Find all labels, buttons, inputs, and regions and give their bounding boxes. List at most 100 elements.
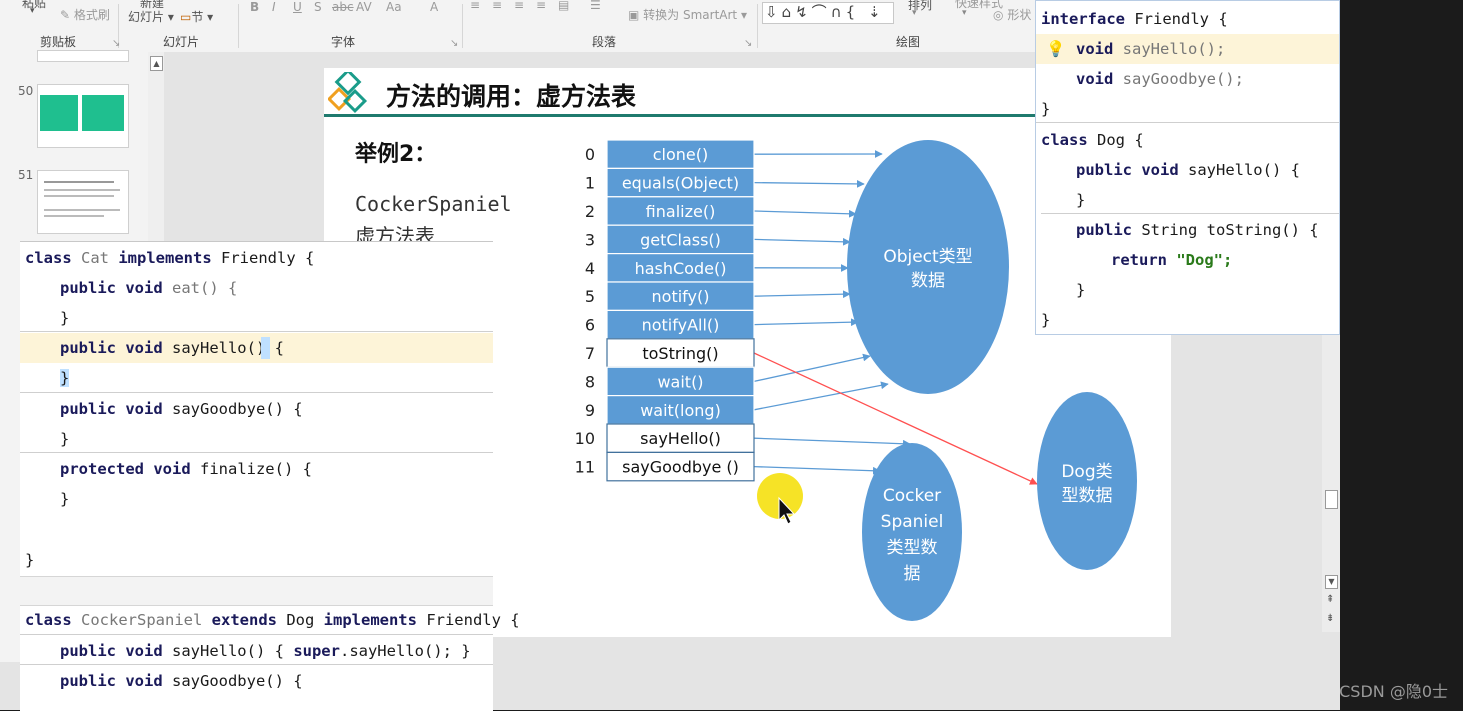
next-slide-icon[interactable]: ⇟: [1326, 613, 1334, 624]
vtable-cell: equals(Object)1: [585, 168, 754, 196]
vtable-arrow: [754, 438, 910, 444]
code-line: }: [1036, 305, 1339, 335]
vtable-method-label: sayHello(): [640, 429, 721, 448]
vtable-arrow: [754, 356, 870, 381]
ellipse-label: 型数据: [1062, 486, 1113, 506]
font-color-button[interactable]: A: [430, 0, 438, 14]
vtable-cell: wait(long)9: [585, 396, 754, 424]
align-right-icon[interactable]: ≡: [514, 0, 524, 12]
format-painter-button[interactable]: ✎ 格式刷: [60, 6, 110, 23]
vtable-arrow: [754, 467, 880, 471]
ellipse-label: 据: [904, 564, 921, 584]
brush-icon: ✎: [60, 8, 70, 22]
scroll-up-icon[interactable]: ▲: [150, 56, 163, 71]
quick-styles-dropdown-icon[interactable]: ▾: [962, 8, 967, 18]
vtable-method-label: sayGoodbye (): [622, 458, 739, 477]
ellipse-label: 类型数: [887, 538, 938, 558]
align-center-icon[interactable]: ≡: [492, 0, 502, 12]
code-line: }: [1036, 94, 1339, 124]
vtable-index-label: 10: [575, 429, 595, 448]
convert-smartart-button[interactable]: ▣ 转换为 SmartArt ▾: [628, 6, 747, 23]
code-line-active: public void sayHello() {: [20, 333, 493, 363]
slide-number: 51: [18, 168, 33, 182]
code-line: public void sayHello() { super.sayHello(…: [20, 636, 493, 666]
code-popup-friendly-dog: interface Friendly { 💡void sayHello(); v…: [1035, 0, 1340, 335]
code-line: }: [20, 303, 493, 333]
char-spacing-button[interactable]: AV: [356, 0, 372, 14]
columns-icon[interactable]: ▤: [558, 0, 569, 12]
slide-scrollbar[interactable]: ▼ ⇞ ⇟: [1322, 330, 1340, 632]
slides-group-label: 幻灯片: [163, 33, 199, 50]
vtable-cell: sayHello() 10: [575, 424, 754, 452]
section-icon: ▭: [180, 10, 191, 24]
paste-dropdown-icon[interactable]: ▾: [30, 6, 35, 16]
underline-button[interactable]: U: [293, 0, 302, 14]
vtable-arrow: [754, 294, 850, 296]
font-dialog-launcher-icon[interactable]: ↘: [450, 38, 458, 49]
code-line: class Dog {: [1036, 125, 1339, 155]
code-line: class Cat implements Friendly {: [20, 243, 493, 273]
vtable-method-label: wait(): [657, 372, 703, 391]
code-line: protected void finalize() {: [20, 454, 493, 484]
ribbon-toolbar: 粘贴 ✎ 格式刷 ▾ 新建 幻灯片 ▾ ▭节 ▾ B I U S abc AV …: [0, 0, 1035, 53]
previous-slide-icon[interactable]: ⇞: [1326, 594, 1334, 605]
slides-button[interactable]: 幻灯片 ▾: [128, 8, 174, 25]
ellipse-label: Object类型: [883, 247, 972, 267]
code-line: }: [20, 424, 493, 454]
vtable-index-label: 9: [585, 401, 595, 420]
shadow-button[interactable]: S: [314, 0, 322, 14]
dog-data-ellipse: Dog类 型数据: [1037, 392, 1137, 570]
vtable-index-label: 5: [585, 287, 595, 306]
code-line: }: [20, 545, 493, 575]
vtable-index-label: 2: [585, 202, 595, 221]
vtable-arrow: [754, 239, 850, 242]
code-line: public void sayGoodbye() {: [20, 666, 493, 696]
object-data-ellipse: Object类型 数据: [847, 140, 1009, 394]
scroll-thumb[interactable]: [1325, 490, 1338, 509]
vtable-cell: hashCode()4: [585, 254, 754, 282]
arrange-dropdown-icon[interactable]: ▾: [912, 8, 917, 18]
vtable-cell: sayGoodbye ()11: [575, 452, 754, 480]
code-editor-cat-cocker[interactable]: class Cat implements Friendly { public v…: [20, 241, 493, 711]
section-button[interactable]: ▭节 ▾: [180, 8, 213, 25]
align-left-icon[interactable]: ≡: [470, 0, 480, 12]
paragraph-dialog-launcher-icon[interactable]: ↘: [744, 38, 752, 49]
code-line: }: [20, 484, 493, 514]
fill-icon: ◎: [993, 8, 1003, 22]
cursor-highlight: [757, 473, 803, 524]
vtable-cell: clone()0: [585, 140, 754, 168]
font-group-label: 字体: [331, 33, 355, 50]
vtable-arrow: [754, 211, 856, 214]
vtable-method-label: finalize(): [646, 202, 716, 221]
smartart-icon: ▣: [628, 8, 639, 22]
vtable-index-label: 4: [585, 259, 595, 278]
scroll-down-icon[interactable]: ▼: [1325, 575, 1338, 589]
code-line: }: [1036, 275, 1339, 305]
clipboard-dialog-launcher-icon[interactable]: ↘: [112, 38, 120, 49]
slide-thumbnail[interactable]: [37, 50, 129, 62]
shape-fill-button[interactable]: ◎ 形状: [993, 6, 1031, 23]
brace-match-highlight: [261, 337, 270, 359]
code-line: public void sayGoodbye() {: [20, 394, 493, 424]
slide-thumbnail[interactable]: [37, 84, 129, 148]
shapes-gallery[interactable]: ⇩⌂↯⌒∩{ ⇣: [762, 2, 894, 24]
lightbulb-icon[interactable]: 💡: [1046, 34, 1065, 64]
vtable-index-label: 1: [585, 174, 595, 193]
italic-button[interactable]: I: [272, 0, 276, 14]
code-line: void sayGoodbye();: [1036, 64, 1339, 94]
code-line: public void sayHello() {: [1036, 155, 1339, 185]
code-line: }: [1036, 185, 1339, 215]
code-line: interface Friendly {: [1036, 4, 1339, 34]
line-spacing-icon[interactable]: ☰: [590, 0, 601, 12]
change-case-button[interactable]: Aa: [386, 0, 402, 14]
vtable-index-label: 3: [585, 230, 595, 249]
bold-button[interactable]: B: [250, 0, 259, 14]
vtable-cell: finalize() 2: [585, 197, 754, 225]
strikethrough-button[interactable]: abc: [332, 0, 354, 14]
code-line: class CockerSpaniel extends Dog implemen…: [20, 605, 493, 635]
vtable-method-label: notify(): [652, 287, 710, 306]
vtable-index-label: 6: [585, 316, 595, 335]
code-line: public String toString() {: [1036, 215, 1339, 245]
slide-thumbnail[interactable]: [37, 170, 129, 234]
justify-icon[interactable]: ≡: [536, 0, 546, 12]
